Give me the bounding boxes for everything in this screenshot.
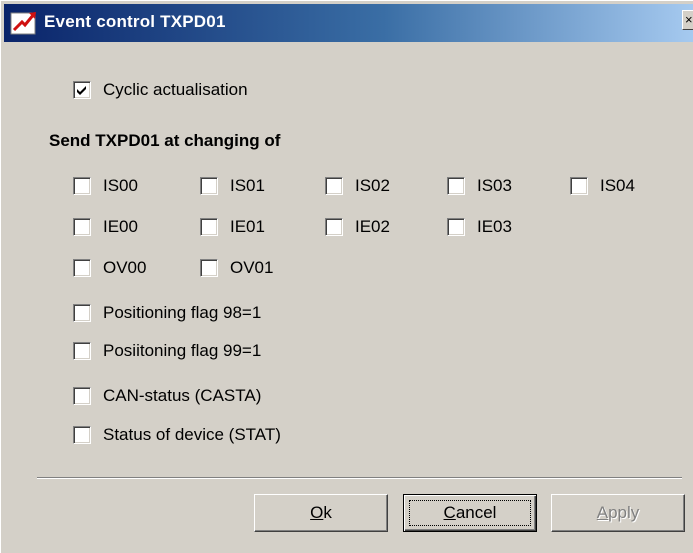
cyclic-actualisation-checkbox[interactable]: Cyclic actualisation (73, 78, 248, 102)
section-heading: Send TXPD01 at changing of (49, 131, 281, 150)
checkbox-label: OV01 (230, 258, 274, 277)
label-rest: k (323, 503, 332, 522)
checkbox-ie00[interactable]: IE00 (73, 215, 138, 239)
checkbox-positioning-flag-99[interactable]: Posiitoning flag 99=1 (73, 339, 261, 363)
label-rest: pply (608, 503, 640, 522)
close-button[interactable]: × (682, 10, 693, 30)
checkbox-label: IE00 (103, 217, 138, 236)
checkbox-is00[interactable]: IS00 (73, 174, 138, 198)
checkmark-icon (77, 86, 86, 95)
checkbox-box[interactable] (200, 259, 218, 277)
checkbox-box[interactable] (73, 342, 91, 360)
checkbox-ov01[interactable]: OV01 (200, 256, 273, 280)
checkbox-label: IE03 (477, 217, 512, 236)
checkbox-label: IE01 (230, 217, 265, 236)
cancel-button-label: Cancel (444, 503, 497, 522)
checkbox-box[interactable] (447, 177, 465, 195)
checkbox-box[interactable] (73, 259, 91, 277)
separator-line (37, 477, 682, 479)
title-bar[interactable]: Event control TXPD01 (4, 4, 693, 42)
checkbox-is04[interactable]: IS04 (570, 174, 635, 198)
mnemonic: O (310, 503, 324, 522)
checkbox-status-of-device[interactable]: Status of device (STAT) (73, 423, 281, 447)
apply-button-label: Apply (597, 503, 640, 522)
checkbox-label: IE02 (355, 217, 390, 236)
checkbox-label: Cyclic actualisation (103, 80, 248, 99)
checkbox-label: IS04 (600, 176, 635, 195)
checkbox-box[interactable] (200, 177, 218, 195)
checkbox-box[interactable] (73, 81, 91, 99)
mnemonic: C (443, 503, 456, 522)
cancel-button[interactable]: Cancel (403, 494, 537, 532)
checkbox-label: Posiitoning flag 99=1 (103, 341, 262, 360)
apply-button[interactable]: Apply (551, 494, 685, 532)
checkbox-ie03[interactable]: IE03 (447, 215, 512, 239)
mnemonic: A (596, 503, 609, 522)
checkbox-is01[interactable]: IS01 (200, 174, 265, 198)
checkbox-label: CAN-status (CASTA) (103, 386, 262, 405)
checkbox-box[interactable] (73, 304, 91, 322)
checkbox-box[interactable] (73, 177, 91, 195)
checkbox-box[interactable] (325, 218, 343, 236)
checkbox-is03[interactable]: IS03 (447, 174, 512, 198)
checkbox-label: OV00 (103, 258, 147, 277)
checkbox-label: Positioning flag 98=1 (103, 303, 262, 322)
window-title: Event control TXPD01 (44, 12, 226, 31)
checkbox-box[interactable] (73, 387, 91, 405)
checkbox-can-status[interactable]: CAN-status (CASTA) (73, 384, 261, 408)
ok-button-label: Ok (310, 503, 332, 522)
checkbox-label: IS01 (230, 176, 265, 195)
checkbox-ie02[interactable]: IE02 (325, 215, 390, 239)
checkbox-ie01[interactable]: IE01 (200, 215, 265, 239)
checkbox-ov00[interactable]: OV00 (73, 256, 146, 280)
checkbox-label: IS02 (355, 176, 390, 195)
checkbox-box[interactable] (570, 177, 588, 195)
ok-button[interactable]: Ok (254, 494, 388, 532)
checkbox-is02[interactable]: IS02 (325, 174, 390, 198)
checkbox-positioning-flag-98[interactable]: Positioning flag 98=1 (73, 301, 261, 325)
checkbox-box[interactable] (73, 218, 91, 236)
checkbox-box[interactable] (200, 218, 218, 236)
checkbox-box[interactable] (73, 426, 91, 444)
app-icon (10, 12, 36, 35)
checkbox-box[interactable] (447, 218, 465, 236)
checkbox-label: IS03 (477, 176, 512, 195)
checkbox-label: IS00 (103, 176, 138, 195)
checkbox-label: Status of device (STAT) (103, 425, 281, 444)
label-rest: ancel (455, 503, 497, 522)
dialog-window: Event control TXPD01 × Cyclic actualisat… (0, 0, 693, 553)
checkbox-box[interactable] (325, 177, 343, 195)
